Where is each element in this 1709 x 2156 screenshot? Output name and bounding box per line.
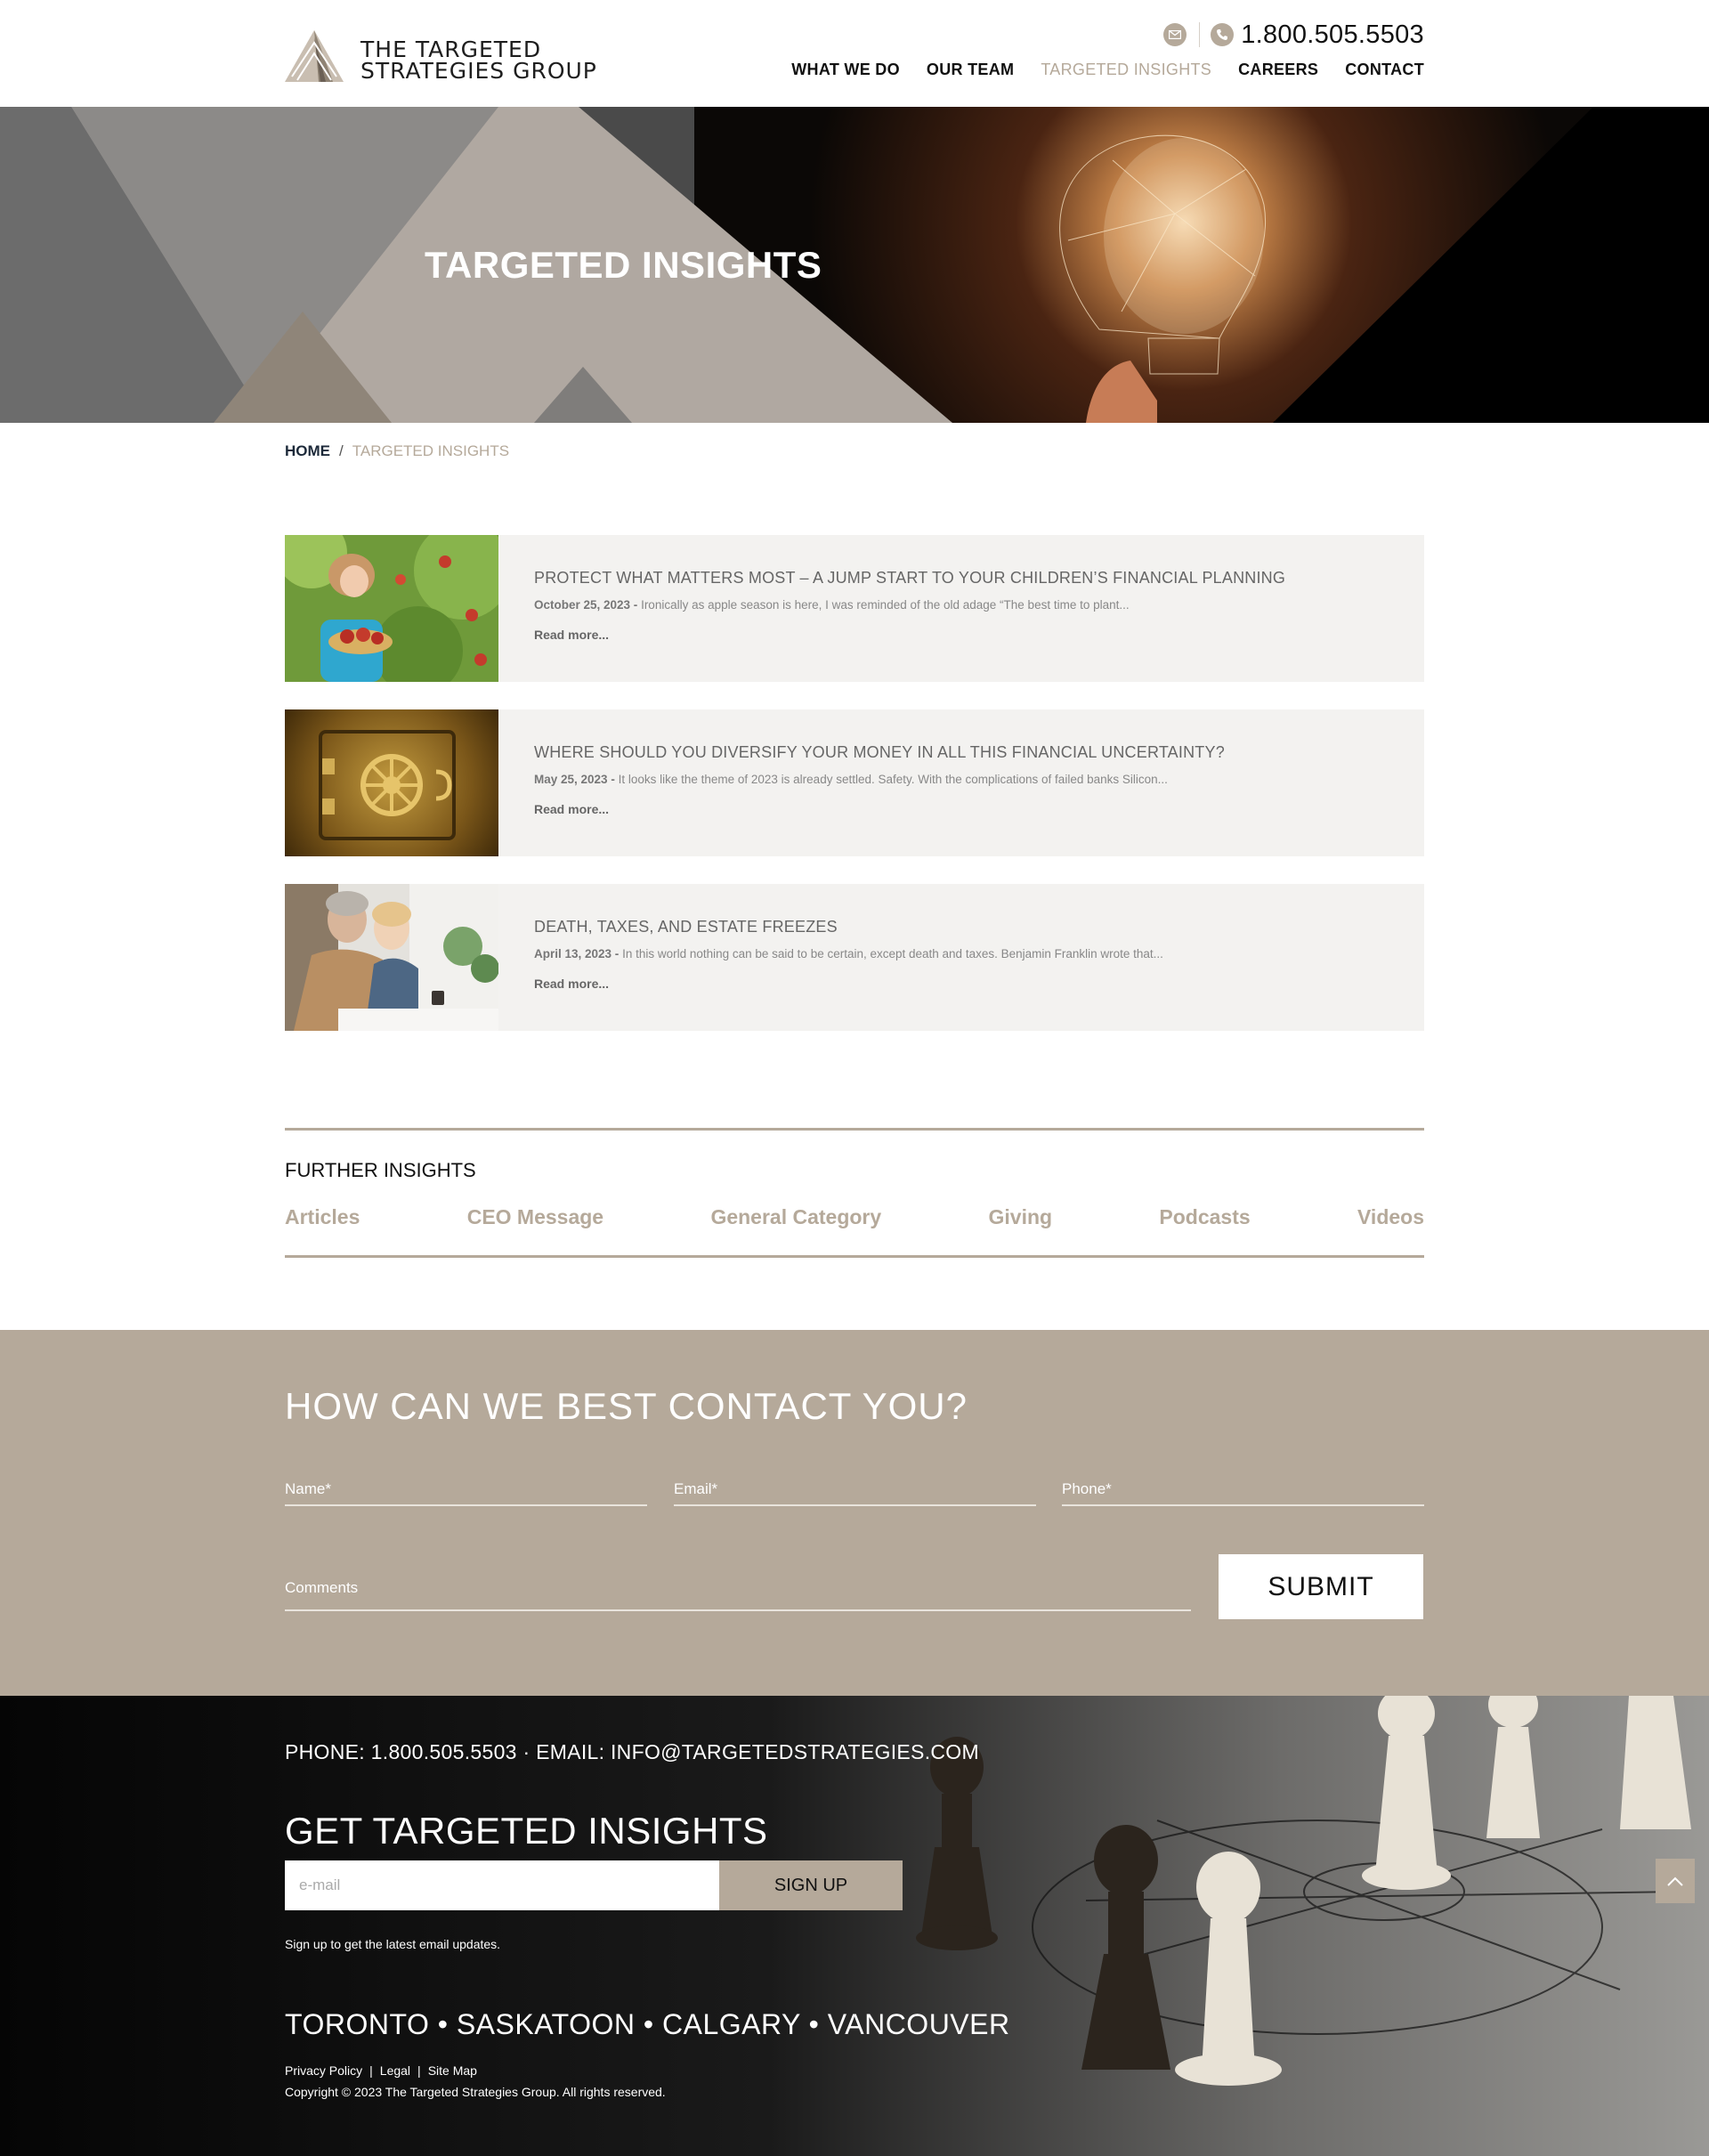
logo-triangle-icon bbox=[285, 30, 344, 82]
site-logo[interactable]: THE TARGETED STRATEGIES GROUP bbox=[285, 30, 596, 84]
name-field-wrapper bbox=[285, 1463, 647, 1506]
hero-background-image bbox=[0, 107, 1709, 423]
copyright-text: Copyright © 2023 The Targeted Strategies… bbox=[285, 2085, 666, 2099]
category-link-videos[interactable]: Videos bbox=[1357, 1205, 1424, 1229]
further-insights-heading: FURTHER INSIGHTS bbox=[285, 1159, 476, 1181]
nav-item-contact[interactable]: CONTACT bbox=[1345, 61, 1424, 79]
article-card: WHERE SHOULD YOU DIVERSIFY YOUR MONEY IN… bbox=[285, 709, 1424, 856]
further-insights: FURTHER INSIGHTS Articles CEO Message Ge… bbox=[285, 1128, 1424, 1258]
newsletter-form: SIGN UP bbox=[285, 1860, 903, 1910]
article-thumbnail-vault[interactable] bbox=[285, 709, 498, 856]
article-meta: October 25, 2023 - Ironically as apple s… bbox=[534, 598, 1397, 612]
article-title-link[interactable]: DEATH, TAXES, AND ESTATE FREEZES bbox=[534, 918, 1397, 936]
footer-link-separator: | bbox=[417, 2063, 421, 2078]
breadcrumb: HOME / TARGETED INSIGHTS bbox=[285, 442, 509, 460]
back-to-top-button[interactable] bbox=[1656, 1859, 1695, 1903]
header-phone-link[interactable]: 1.800.505.5503 bbox=[1241, 20, 1424, 50]
article-title-link[interactable]: WHERE SHOULD YOU DIVERSIFY YOUR MONEY IN… bbox=[534, 743, 1397, 762]
article-body: DEATH, TAXES, AND ESTATE FREEZES April 1… bbox=[534, 918, 1397, 993]
email-field[interactable] bbox=[674, 1463, 1036, 1504]
article-list: PROTECT WHAT MATTERS MOST – A JUMP START… bbox=[285, 535, 1424, 1058]
logo-text: THE TARGETED STRATEGIES GROUP bbox=[360, 38, 597, 84]
breadcrumb-home-link[interactable]: HOME bbox=[285, 442, 330, 460]
envelope-icon[interactable] bbox=[1163, 23, 1187, 46]
category-link-ceo-message[interactable]: CEO Message bbox=[467, 1205, 603, 1229]
article-excerpt: It looks like the theme of 2023 is alrea… bbox=[614, 773, 1168, 786]
phone-field-wrapper bbox=[1062, 1463, 1424, 1506]
main-nav: WHAT WE DO OUR TEAM TARGETED INSIGHTS CA… bbox=[791, 61, 1424, 79]
article-thumbnail-child-apples[interactable] bbox=[285, 535, 498, 682]
article-body: PROTECT WHAT MATTERS MOST – A JUMP START… bbox=[534, 569, 1397, 644]
header-topbar: 1.800.505.5503 bbox=[1163, 18, 1424, 52]
article-excerpt: Ironically as apple season is here, I wa… bbox=[637, 598, 1130, 612]
article-body: WHERE SHOULD YOU DIVERSIFY YOUR MONEY IN… bbox=[534, 743, 1397, 818]
site-footer: PHONE: 1.800.505.5503 · EMAIL: INFO@TARG… bbox=[0, 1696, 1709, 2156]
footer-contact-line: PHONE: 1.800.505.5503 · EMAIL: INFO@TARG… bbox=[285, 1740, 979, 1763]
article-card: PROTECT WHAT MATTERS MOST – A JUMP START… bbox=[285, 535, 1424, 682]
category-link-podcasts[interactable]: Podcasts bbox=[1159, 1205, 1250, 1229]
site-header: THE TARGETED STRATEGIES GROUP 1.800.505.… bbox=[0, 0, 1709, 107]
article-excerpt: In this world nothing can be said to be … bbox=[619, 947, 1163, 960]
site-map-link[interactable]: Site Map bbox=[428, 2063, 477, 2078]
submit-button[interactable]: SUBMIT bbox=[1219, 1554, 1423, 1619]
privacy-policy-link[interactable]: Privacy Policy bbox=[285, 2063, 362, 2078]
nav-item-careers[interactable]: CAREERS bbox=[1238, 61, 1318, 79]
read-more-link[interactable]: Read more... bbox=[534, 628, 609, 642]
nav-item-our-team[interactable]: OUR TEAM bbox=[927, 61, 1014, 79]
hero-banner: TARGETED INSIGHTS bbox=[0, 107, 1709, 423]
article-meta: April 13, 2023 - In this world nothing c… bbox=[534, 947, 1397, 960]
footer-link-separator: | bbox=[369, 2063, 373, 2078]
comments-field[interactable] bbox=[285, 1556, 1191, 1609]
category-links: Articles CEO Message General Category Gi… bbox=[285, 1205, 1424, 1229]
chess-pieces-background-image bbox=[0, 1696, 1709, 2156]
article-card: DEATH, TAXES, AND ESTATE FREEZES April 1… bbox=[285, 884, 1424, 1031]
phone-icon bbox=[1211, 23, 1235, 46]
newsletter-email-input[interactable] bbox=[285, 1860, 719, 1910]
office-cities: TORONTO • SASKATOON • CALGARY • VANCOUVE… bbox=[285, 2008, 1010, 2040]
phone-field[interactable] bbox=[1062, 1463, 1424, 1504]
sign-up-button[interactable]: SIGN UP bbox=[719, 1860, 903, 1910]
category-link-giving[interactable]: Giving bbox=[989, 1205, 1053, 1229]
nav-item-targeted-insights[interactable]: TARGETED INSIGHTS bbox=[1041, 61, 1211, 79]
contact-form-section: HOW CAN WE BEST CONTACT YOU? SUBMIT bbox=[0, 1330, 1709, 1696]
breadcrumb-current: TARGETED INSIGHTS bbox=[352, 442, 510, 459]
name-field[interactable] bbox=[285, 1463, 647, 1504]
category-link-general-category[interactable]: General Category bbox=[710, 1205, 881, 1229]
newsletter-heading: GET TARGETED INSIGHTS bbox=[285, 1810, 768, 1852]
nav-item-what-we-do[interactable]: WHAT WE DO bbox=[791, 61, 900, 79]
footer-legal-links: Privacy Policy | Legal | Site Map bbox=[285, 2063, 477, 2078]
read-more-link[interactable]: Read more... bbox=[534, 802, 609, 816]
signup-note: Sign up to get the latest email updates. bbox=[285, 1937, 501, 1951]
topbar-divider bbox=[1199, 22, 1201, 47]
breadcrumb-separator: / bbox=[339, 442, 344, 459]
legal-link[interactable]: Legal bbox=[380, 2063, 410, 2078]
article-title-link[interactable]: PROTECT WHAT MATTERS MOST – A JUMP START… bbox=[534, 569, 1397, 588]
read-more-link[interactable]: Read more... bbox=[534, 977, 609, 991]
article-date: May 25, 2023 - bbox=[534, 773, 615, 786]
category-link-articles[interactable]: Articles bbox=[285, 1205, 360, 1229]
contact-form-heading: HOW CAN WE BEST CONTACT YOU? bbox=[285, 1385, 968, 1427]
hero-title: TARGETED INSIGHTS bbox=[425, 244, 822, 286]
comments-field-wrapper bbox=[285, 1556, 1191, 1611]
article-date: April 13, 2023 - bbox=[534, 947, 620, 960]
logo-line-2: STRATEGIES GROUP bbox=[360, 58, 597, 84]
article-thumbnail-couple-planning[interactable] bbox=[285, 884, 498, 1031]
email-field-wrapper bbox=[674, 1463, 1036, 1506]
article-meta: May 25, 2023 - It looks like the theme o… bbox=[534, 773, 1397, 786]
chevron-up-icon bbox=[1667, 1876, 1683, 1886]
article-date: October 25, 2023 - bbox=[534, 598, 638, 612]
